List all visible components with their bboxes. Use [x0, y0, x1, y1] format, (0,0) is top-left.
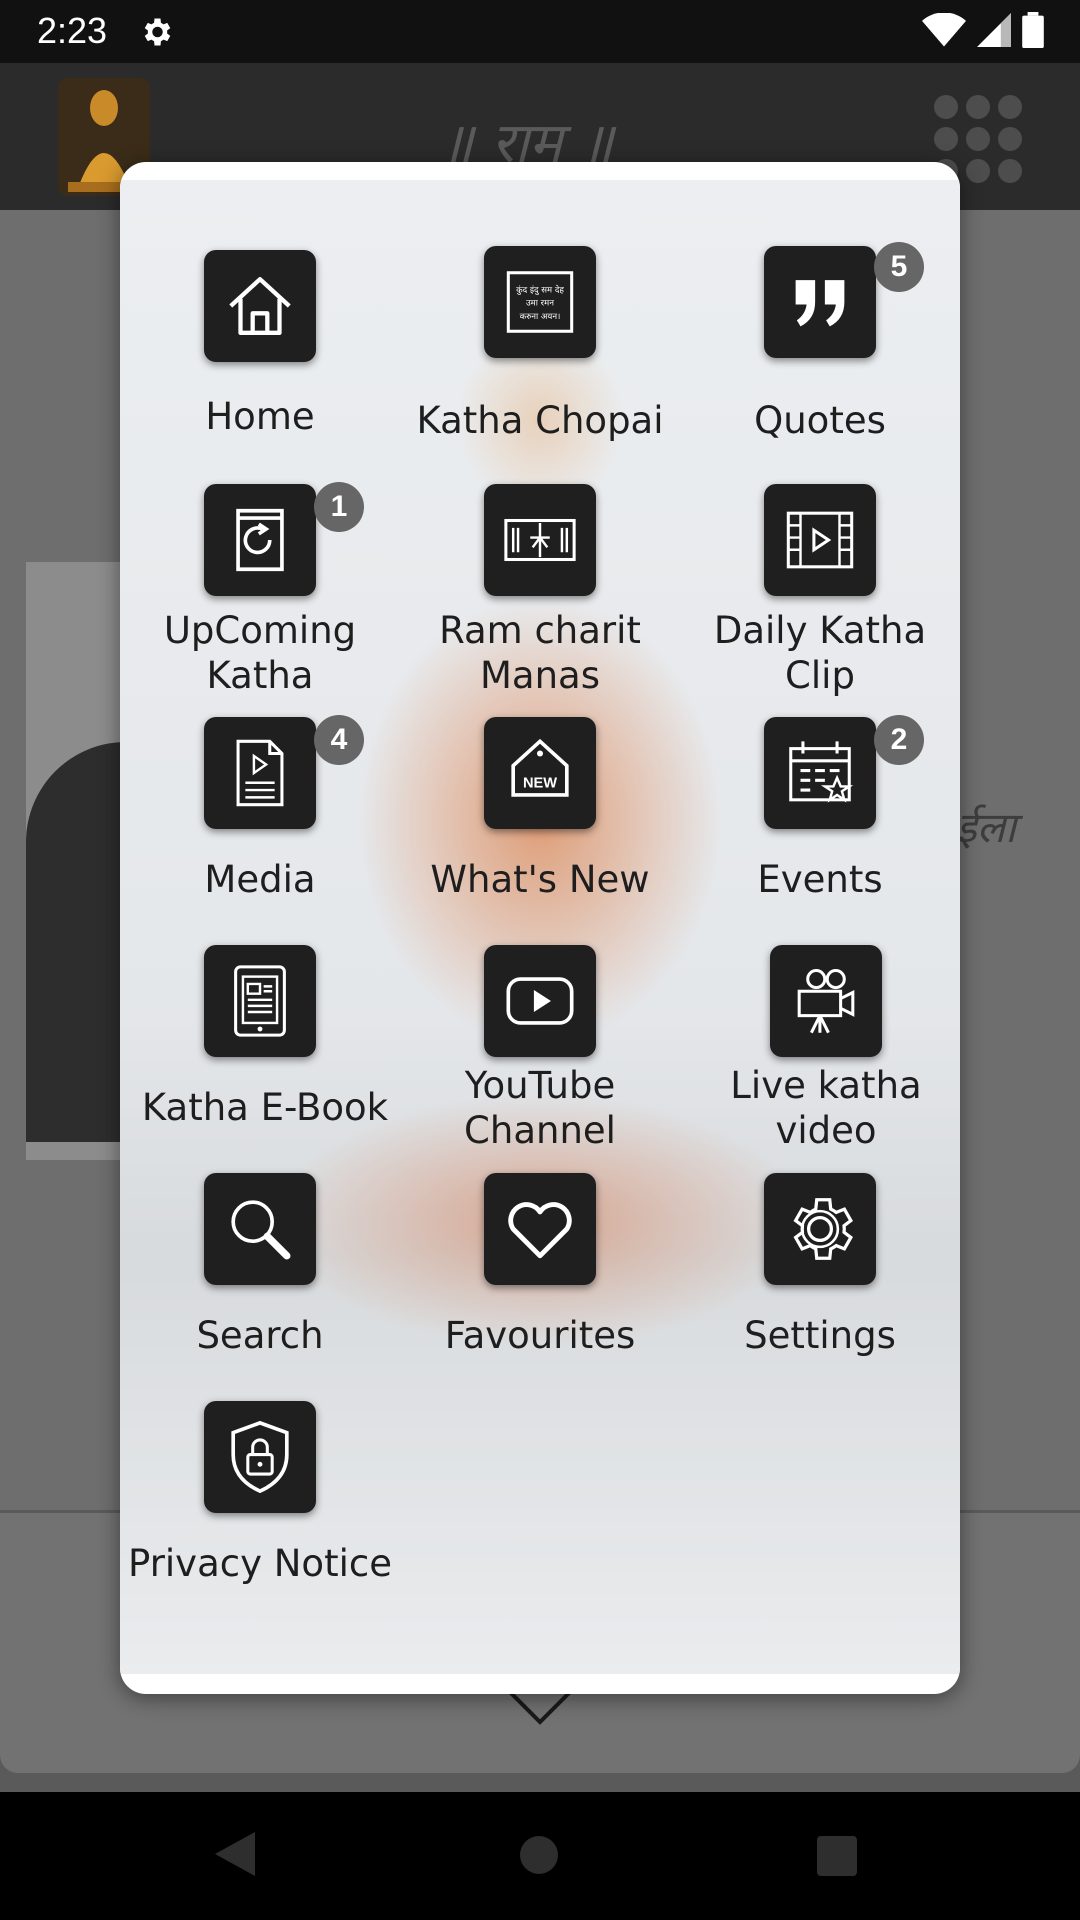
camera-icon — [770, 945, 882, 1057]
menu-item-label: Quotes — [754, 399, 886, 442]
quotes-badge: 5 — [874, 242, 924, 292]
chopai-line-1: कुंद इंदु सम देह — [516, 284, 564, 295]
menu-item-label: Home — [205, 395, 315, 438]
menu-item-label: Live katha video — [730, 1064, 922, 1152]
events-badge: 2 — [874, 715, 924, 765]
ebook-icon — [204, 945, 316, 1057]
new-tag-icon: NEW — [484, 717, 596, 829]
search-icon — [204, 1173, 316, 1285]
menu-item-live-katha-video[interactable]: Live katha video — [686, 945, 960, 1165]
menu-modal: Home कुंद इंदु सम देह उमा रमन करुना अयन।… — [120, 162, 960, 1694]
home-icon — [204, 250, 316, 362]
youtube-icon — [484, 945, 596, 1057]
media-badge: 4 — [314, 715, 364, 765]
menu-item-label: Search — [196, 1314, 324, 1357]
menu-item-search[interactable]: Search — [120, 1173, 400, 1393]
status-bar: 2:23 — [0, 0, 1080, 63]
chopai-line-2: उमा रमन — [526, 299, 554, 309]
menu-item-favourites[interactable]: Favourites — [400, 1173, 680, 1393]
signal-icon — [977, 13, 1011, 47]
heart-icon — [484, 1173, 596, 1285]
upcoming-badge: 1 — [314, 482, 364, 532]
menu-item-privacy-notice[interactable]: Privacy Notice — [120, 1401, 400, 1621]
menu-item-label: Media — [204, 858, 316, 901]
menu-item-katha-ebook[interactable]: Katha E-Book — [120, 945, 400, 1165]
menu-item-label: Katha E-Book — [141, 1086, 389, 1129]
battery-icon — [1022, 12, 1044, 48]
menu-item-ram-charit-manas[interactable]: Ram charit Manas — [400, 484, 680, 704]
recent-apps-button[interactable] — [817, 1836, 857, 1876]
menu-item-media[interactable]: 4 Media — [120, 715, 400, 937]
menu-item-daily-katha-clip[interactable]: Daily Katha Clip — [680, 484, 960, 704]
menu-item-settings[interactable]: Settings — [680, 1173, 960, 1393]
menu-item-label: Events — [757, 858, 883, 901]
status-indicators — [922, 12, 1044, 48]
document-play-icon — [204, 717, 316, 829]
menu-item-label: Daily Katha Clip — [713, 609, 927, 697]
menu-item-katha-chopai[interactable]: कुंद इंदु सम देह उमा रमन करुना अयन। Kath… — [400, 246, 680, 466]
home-button[interactable] — [520, 1836, 558, 1874]
menu-item-label: Ram charit Manas — [439, 609, 641, 697]
katha-chopai-icon: कुंद इंदु सम देह उमा रमन करुना अयन। — [484, 246, 596, 358]
quote-icon — [764, 246, 876, 358]
calendar-star-icon — [764, 717, 876, 829]
menu-item-label: Favourites — [444, 1314, 636, 1357]
ramcharit-icon — [484, 484, 596, 596]
menu-item-label: Katha Chopai — [416, 399, 664, 442]
menu-item-label: UpComing Katha — [163, 609, 357, 697]
menu-item-label: YouTube Channel — [464, 1064, 616, 1152]
gear-icon — [764, 1173, 876, 1285]
menu-item-label: What's New — [430, 858, 650, 901]
menu-item-youtube-channel[interactable]: YouTube Channel — [400, 945, 680, 1165]
new-tag-text: NEW — [523, 776, 557, 792]
upcoming-book-icon — [204, 484, 316, 596]
video-clip-icon — [764, 484, 876, 596]
menu-item-quotes[interactable]: 5 Quotes — [680, 242, 960, 466]
menu-item-whats-new[interactable]: NEW What's New — [400, 717, 680, 937]
background-side-text: ईला — [956, 803, 1016, 852]
menu-item-label: Privacy Notice — [128, 1542, 392, 1585]
wifi-icon — [922, 13, 966, 47]
menu-item-upcoming-katha[interactable]: 1 UpComing Katha — [120, 482, 400, 704]
menu-item-home[interactable]: Home — [120, 250, 400, 470]
back-button[interactable] — [215, 1832, 255, 1876]
menu-item-label: Settings — [744, 1314, 896, 1357]
menu-item-events[interactable]: 2 Events — [680, 715, 960, 937]
status-time: 2:23 — [37, 10, 108, 51]
chopai-line-3: करुना अयन। — [520, 312, 561, 322]
shield-lock-icon — [204, 1401, 316, 1513]
settings-status-icon — [144, 18, 171, 46]
